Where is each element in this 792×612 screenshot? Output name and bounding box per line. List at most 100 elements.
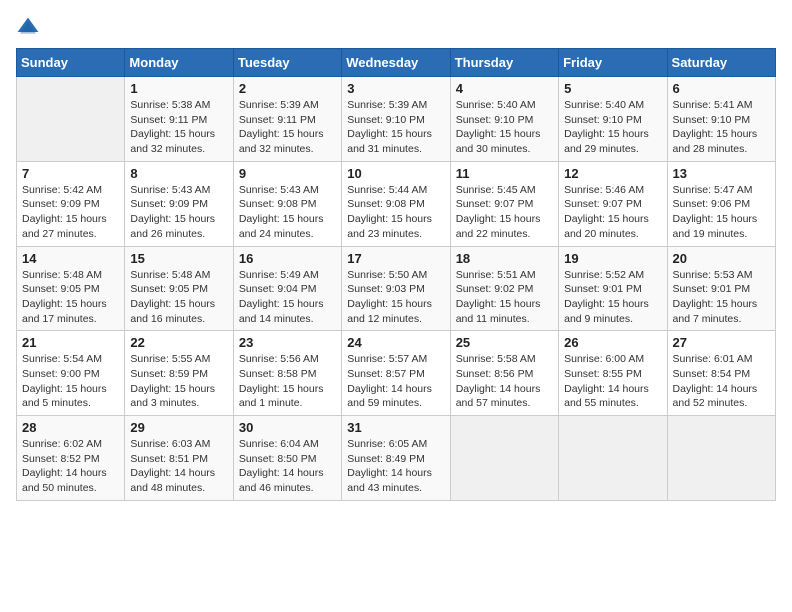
calendar-cell: 13 Sunrise: 5:47 AM Sunset: 9:06 PM Dayli… bbox=[667, 161, 775, 246]
calendar-cell: 11 Sunrise: 5:45 AM Sunset: 9:07 PM Dayli… bbox=[450, 161, 558, 246]
calendar-cell bbox=[559, 416, 667, 501]
day-number: 12 bbox=[564, 166, 661, 181]
day-number: 19 bbox=[564, 251, 661, 266]
day-number: 13 bbox=[673, 166, 770, 181]
day-info: Sunrise: 6:03 AM Sunset: 8:51 PM Dayligh… bbox=[130, 437, 227, 496]
day-info: Sunrise: 6:00 AM Sunset: 8:55 PM Dayligh… bbox=[564, 352, 661, 411]
day-info: Sunrise: 5:48 AM Sunset: 9:05 PM Dayligh… bbox=[22, 268, 119, 327]
calendar-cell: 21 Sunrise: 5:54 AM Sunset: 9:00 PM Dayli… bbox=[17, 331, 125, 416]
calendar-cell: 6Sunrise: 5:41 AM Sunset: 9:10 PM Daylig… bbox=[667, 77, 775, 162]
day-number: 10 bbox=[347, 166, 444, 181]
day-number: 27 bbox=[673, 335, 770, 350]
calendar-cell: 31 Sunrise: 6:05 AM Sunset: 8:49 PM Dayli… bbox=[342, 416, 450, 501]
day-of-week-header: Saturday bbox=[667, 49, 775, 77]
day-info: Sunrise: 5:49 AM Sunset: 9:04 PM Dayligh… bbox=[239, 268, 336, 327]
day-info: Sunrise: 5:47 AM Sunset: 9:06 PM Dayligh… bbox=[673, 183, 770, 242]
day-info: Sunrise: 5:41 AM Sunset: 9:10 PM Dayligh… bbox=[673, 98, 770, 157]
calendar-cell: 9 Sunrise: 5:43 AM Sunset: 9:08 PM Daylig… bbox=[233, 161, 341, 246]
day-number: 16 bbox=[239, 251, 336, 266]
day-number: 7 bbox=[22, 166, 119, 181]
day-number: 14 bbox=[22, 251, 119, 266]
calendar-cell: 25Sunrise: 5:58 AM Sunset: 8:56 PM Dayli… bbox=[450, 331, 558, 416]
day-of-week-header: Sunday bbox=[17, 49, 125, 77]
calendar-week-row: 21 Sunrise: 5:54 AM Sunset: 9:00 PM Dayli… bbox=[17, 331, 776, 416]
day-number: 21 bbox=[22, 335, 119, 350]
calendar-cell: 12 Sunrise: 5:46 AM Sunset: 9:07 PM Dayli… bbox=[559, 161, 667, 246]
day-info: Sunrise: 5:40 AM Sunset: 9:10 PM Dayligh… bbox=[456, 98, 553, 157]
calendar-cell: 17 Sunrise: 5:50 AM Sunset: 9:03 PM Dayli… bbox=[342, 246, 450, 331]
calendar-cell: 23 Sunrise: 5:56 AM Sunset: 8:58 PM Dayli… bbox=[233, 331, 341, 416]
calendar-cell: 26 Sunrise: 6:00 AM Sunset: 8:55 PM Dayli… bbox=[559, 331, 667, 416]
day-number: 18 bbox=[456, 251, 553, 266]
calendar-cell: 22 Sunrise: 5:55 AM Sunset: 8:59 PM Dayli… bbox=[125, 331, 233, 416]
calendar-cell: 2Sunrise: 5:39 AM Sunset: 9:11 PM Daylig… bbox=[233, 77, 341, 162]
calendar-cell: 14 Sunrise: 5:48 AM Sunset: 9:05 PM Dayli… bbox=[17, 246, 125, 331]
day-info: Sunrise: 5:52 AM Sunset: 9:01 PM Dayligh… bbox=[564, 268, 661, 327]
day-info: Sunrise: 5:46 AM Sunset: 9:07 PM Dayligh… bbox=[564, 183, 661, 242]
day-info: Sunrise: 5:38 AM Sunset: 9:11 PM Dayligh… bbox=[130, 98, 227, 157]
day-number: 4 bbox=[456, 81, 553, 96]
day-info: Sunrise: 5:39 AM Sunset: 9:11 PM Dayligh… bbox=[239, 98, 336, 157]
calendar-cell: 24Sunrise: 5:57 AM Sunset: 8:57 PM Dayli… bbox=[342, 331, 450, 416]
day-number: 31 bbox=[347, 420, 444, 435]
day-number: 8 bbox=[130, 166, 227, 181]
day-info: Sunrise: 6:01 AM Sunset: 8:54 PM Dayligh… bbox=[673, 352, 770, 411]
day-number: 29 bbox=[130, 420, 227, 435]
calendar-cell: 16 Sunrise: 5:49 AM Sunset: 9:04 PM Dayli… bbox=[233, 246, 341, 331]
day-info: Sunrise: 5:54 AM Sunset: 9:00 PM Dayligh… bbox=[22, 352, 119, 411]
calendar-cell: 30Sunrise: 6:04 AM Sunset: 8:50 PM Dayli… bbox=[233, 416, 341, 501]
calendar-cell: 19 Sunrise: 5:52 AM Sunset: 9:01 PM Dayli… bbox=[559, 246, 667, 331]
day-info: Sunrise: 5:55 AM Sunset: 8:59 PM Dayligh… bbox=[130, 352, 227, 411]
day-info: Sunrise: 5:56 AM Sunset: 8:58 PM Dayligh… bbox=[239, 352, 336, 411]
day-info: Sunrise: 6:05 AM Sunset: 8:49 PM Dayligh… bbox=[347, 437, 444, 496]
calendar-cell: 20 Sunrise: 5:53 AM Sunset: 9:01 PM Dayli… bbox=[667, 246, 775, 331]
day-number: 28 bbox=[22, 420, 119, 435]
day-number: 23 bbox=[239, 335, 336, 350]
logo[interactable] bbox=[16, 16, 44, 40]
day-number: 22 bbox=[130, 335, 227, 350]
day-info: Sunrise: 5:39 AM Sunset: 9:10 PM Dayligh… bbox=[347, 98, 444, 157]
day-number: 15 bbox=[130, 251, 227, 266]
day-info: Sunrise: 5:53 AM Sunset: 9:01 PM Dayligh… bbox=[673, 268, 770, 327]
day-info: Sunrise: 5:44 AM Sunset: 9:08 PM Dayligh… bbox=[347, 183, 444, 242]
day-of-week-header: Tuesday bbox=[233, 49, 341, 77]
day-number: 24 bbox=[347, 335, 444, 350]
day-info: Sunrise: 5:58 AM Sunset: 8:56 PM Dayligh… bbox=[456, 352, 553, 411]
calendar-cell: 4 Sunrise: 5:40 AM Sunset: 9:10 PM Daylig… bbox=[450, 77, 558, 162]
logo-icon bbox=[16, 16, 40, 40]
day-of-week-header: Friday bbox=[559, 49, 667, 77]
calendar-week-row: 28 Sunrise: 6:02 AM Sunset: 8:52 PM Dayli… bbox=[17, 416, 776, 501]
calendar-cell: 7 Sunrise: 5:42 AM Sunset: 9:09 PM Daylig… bbox=[17, 161, 125, 246]
calendar-cell: 27 Sunrise: 6:01 AM Sunset: 8:54 PM Dayli… bbox=[667, 331, 775, 416]
day-number: 9 bbox=[239, 166, 336, 181]
day-info: Sunrise: 5:50 AM Sunset: 9:03 PM Dayligh… bbox=[347, 268, 444, 327]
calendar-cell: 8Sunrise: 5:43 AM Sunset: 9:09 PM Daylig… bbox=[125, 161, 233, 246]
calendar-cell bbox=[17, 77, 125, 162]
calendar-cell: 18 Sunrise: 5:51 AM Sunset: 9:02 PM Dayli… bbox=[450, 246, 558, 331]
day-info: Sunrise: 6:02 AM Sunset: 8:52 PM Dayligh… bbox=[22, 437, 119, 496]
day-number: 5 bbox=[564, 81, 661, 96]
calendar-cell: 28 Sunrise: 6:02 AM Sunset: 8:52 PM Dayli… bbox=[17, 416, 125, 501]
calendar-week-row: 1 Sunrise: 5:38 AM Sunset: 9:11 PM Daylig… bbox=[17, 77, 776, 162]
day-number: 11 bbox=[456, 166, 553, 181]
day-info: Sunrise: 5:45 AM Sunset: 9:07 PM Dayligh… bbox=[456, 183, 553, 242]
day-number: 3 bbox=[347, 81, 444, 96]
day-info: Sunrise: 5:48 AM Sunset: 9:05 PM Dayligh… bbox=[130, 268, 227, 327]
day-info: Sunrise: 5:43 AM Sunset: 9:08 PM Dayligh… bbox=[239, 183, 336, 242]
day-of-week-header: Monday bbox=[125, 49, 233, 77]
day-info: Sunrise: 5:42 AM Sunset: 9:09 PM Dayligh… bbox=[22, 183, 119, 242]
calendar-cell: 1 Sunrise: 5:38 AM Sunset: 9:11 PM Daylig… bbox=[125, 77, 233, 162]
day-number: 20 bbox=[673, 251, 770, 266]
calendar-cell: 29 Sunrise: 6:03 AM Sunset: 8:51 PM Dayli… bbox=[125, 416, 233, 501]
day-number: 17 bbox=[347, 251, 444, 266]
day-number: 26 bbox=[564, 335, 661, 350]
calendar: SundayMondayTuesdayWednesdayThursdayFrid… bbox=[16, 48, 776, 501]
day-info: Sunrise: 5:51 AM Sunset: 9:02 PM Dayligh… bbox=[456, 268, 553, 327]
calendar-week-row: 7 Sunrise: 5:42 AM Sunset: 9:09 PM Daylig… bbox=[17, 161, 776, 246]
calendar-cell: 3 Sunrise: 5:39 AM Sunset: 9:10 PM Daylig… bbox=[342, 77, 450, 162]
day-number: 1 bbox=[130, 81, 227, 96]
day-of-week-header: Wednesday bbox=[342, 49, 450, 77]
calendar-week-row: 14 Sunrise: 5:48 AM Sunset: 9:05 PM Dayli… bbox=[17, 246, 776, 331]
calendar-header-row: SundayMondayTuesdayWednesdayThursdayFrid… bbox=[17, 49, 776, 77]
day-of-week-header: Thursday bbox=[450, 49, 558, 77]
